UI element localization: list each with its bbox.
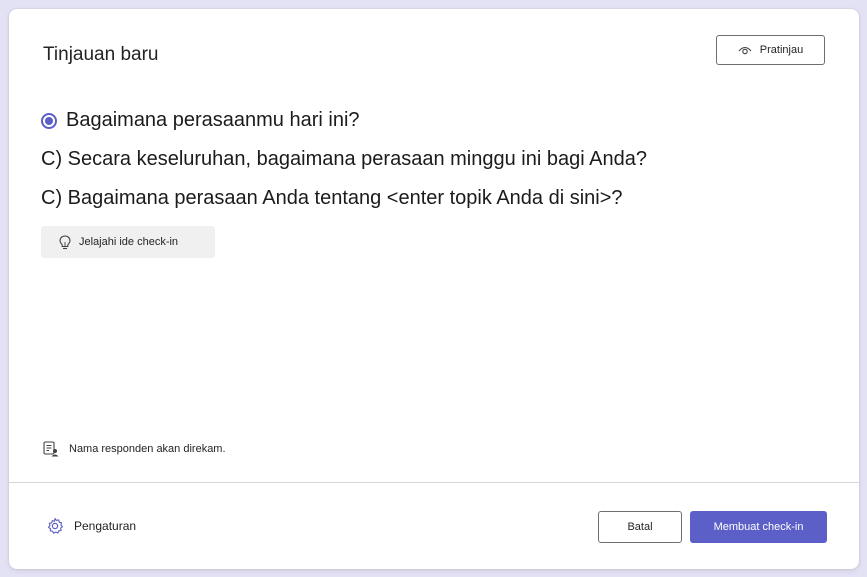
question-option-2[interactable]: C) Secara keseluruhan, bagaimana perasaa… xyxy=(41,148,647,171)
gear-icon xyxy=(46,517,64,535)
dialog-title: Tinjauan baru xyxy=(43,44,159,65)
person-list-icon xyxy=(43,441,59,457)
question-option-1[interactable]: Bagaimana perasaanmu hari ini? xyxy=(41,109,360,132)
lightbulb-icon xyxy=(59,234,71,250)
question-option-3[interactable]: C) Bagaimana perasaan Anda tentang <ente… xyxy=(41,187,623,210)
question-2-text: C) Secara keseluruhan, bagaimana perasaa… xyxy=(41,148,647,170)
record-notice-text: Nama responden akan direkam. xyxy=(69,443,226,455)
radio-selected[interactable] xyxy=(41,112,57,129)
create-checkin-button[interactable]: Membuat check-in xyxy=(690,511,827,543)
explore-button-label: Jelajahi ide check-in xyxy=(79,236,179,248)
explore-checkin-ideas-button[interactable]: Jelajahi ide check-in xyxy=(41,226,215,258)
cancel-button[interactable]: Batal xyxy=(598,511,682,543)
footer-divider xyxy=(9,482,859,483)
preview-button[interactable]: Pratinjau xyxy=(716,35,825,65)
question-3-text: C) Bagaimana perasaan Anda tentang <ente… xyxy=(41,187,623,209)
settings-button[interactable]: Pengaturan xyxy=(46,517,136,535)
question-1-text: Bagaimana perasaanmu hari ini? xyxy=(66,109,360,131)
preview-button-label: Pratinjau xyxy=(759,44,804,56)
settings-label: Pengaturan xyxy=(74,519,137,533)
eye-icon xyxy=(738,45,752,55)
new-review-dialog: Tinjauan baru Pratinjau Bagaimana perasa… xyxy=(9,9,859,569)
record-notice: Nama responden akan direkam. xyxy=(43,441,226,457)
